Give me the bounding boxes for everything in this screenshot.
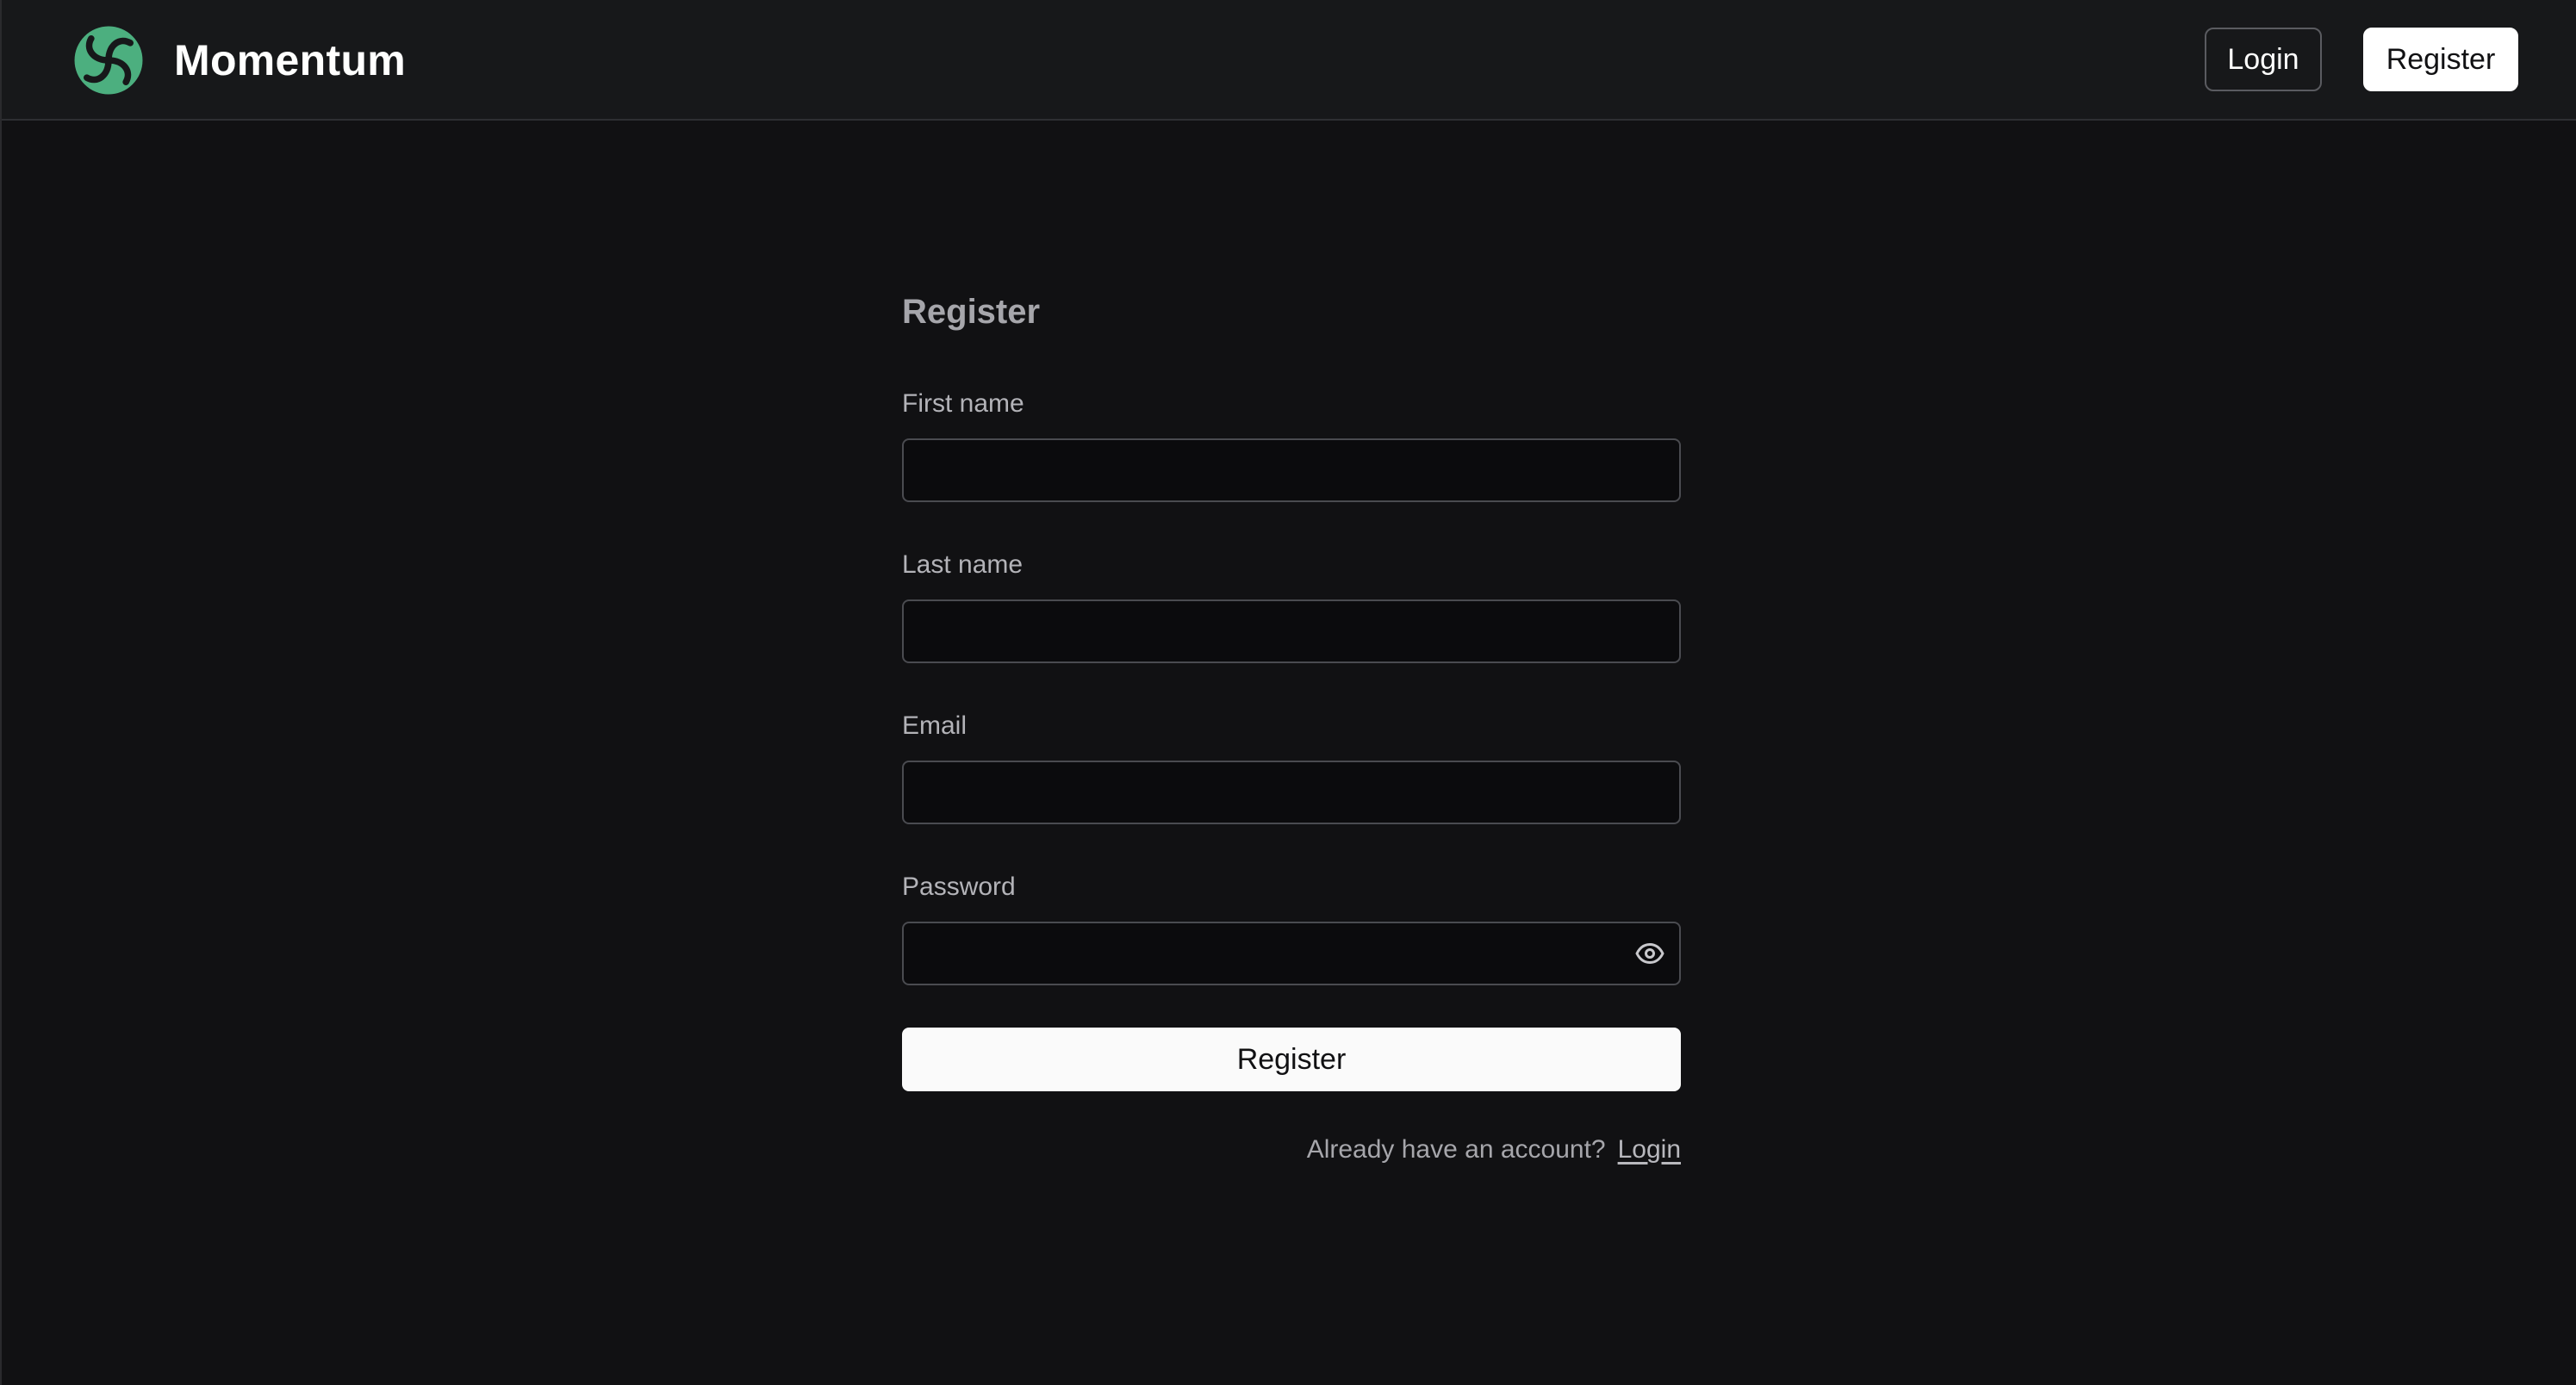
password-field	[902, 922, 1681, 985]
first-name-label: First name	[902, 389, 1024, 418]
nav-register-button[interactable]: Register	[2363, 28, 2518, 91]
momentum-logo-icon	[74, 26, 143, 95]
password-input[interactable]	[902, 922, 1681, 985]
register-page: Momentum Login Register Register First n…	[0, 0, 2576, 1385]
last-name-input[interactable]	[902, 599, 1681, 663]
login-prompt-text: Already have an account?	[1306, 1135, 1606, 1164]
login-link[interactable]: Login	[1618, 1135, 1681, 1164]
register-submit-button[interactable]: Register	[902, 1028, 1681, 1091]
login-prompt: Already have an account? Login	[902, 1135, 1681, 1165]
show-password-toggle[interactable]	[1634, 938, 1665, 969]
last-name-label: Last name	[902, 550, 1024, 579]
password-label: Password	[902, 873, 1016, 901]
form-title: Register	[902, 293, 1041, 331]
nav-login-button[interactable]: Login	[2205, 28, 2322, 91]
email-label: Email	[902, 711, 968, 740]
email-input[interactable]	[902, 761, 1681, 824]
first-name-input[interactable]	[902, 438, 1681, 502]
eye-icon	[1635, 943, 1664, 964]
brand[interactable]: Momentum	[72, 24, 406, 96]
brand-name: Momentum	[174, 36, 407, 84]
top-navbar: Momentum Login Register	[2, 0, 2576, 121]
